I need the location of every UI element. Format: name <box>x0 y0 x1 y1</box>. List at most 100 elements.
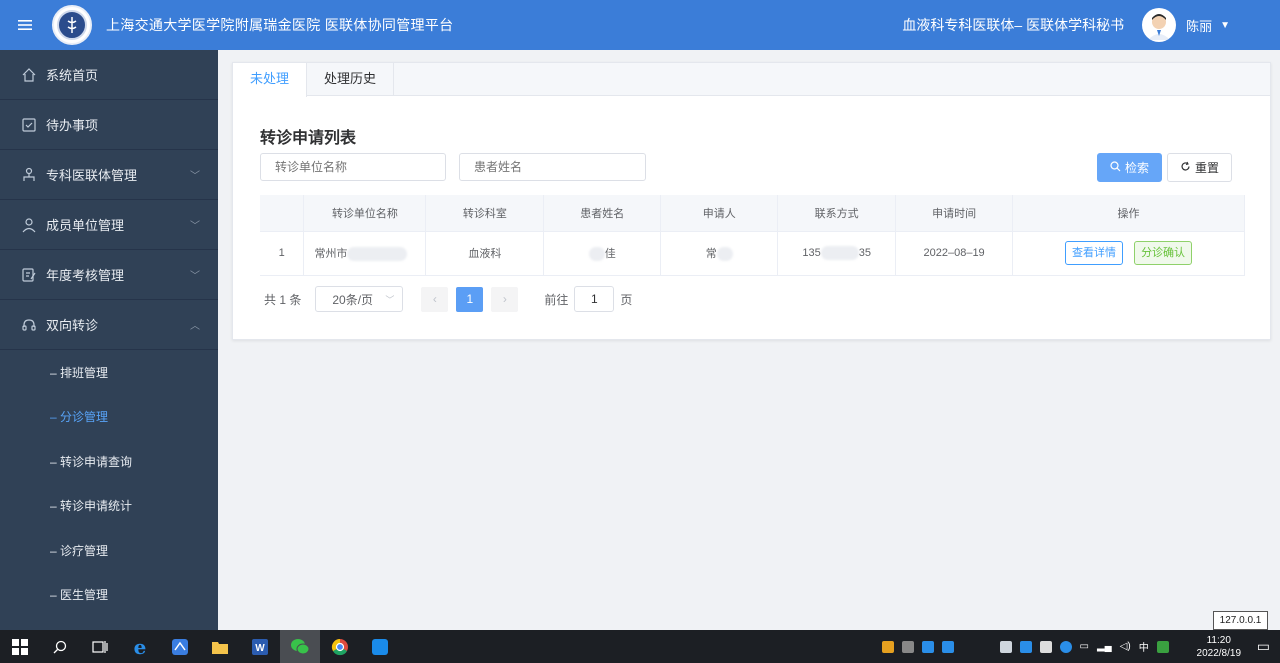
sidebar-item-label: 双向转诊 <box>46 318 99 333</box>
chevron-right-icon: › <box>502 292 507 306</box>
reset-button-label: 重置 <box>1194 161 1219 175</box>
bluetooth-icon[interactable] <box>1059 640 1072 653</box>
search-icon[interactable] <box>40 630 80 663</box>
patient-name-input[interactable] <box>459 153 646 181</box>
clock[interactable]: 11:20 2022/8/19 <box>1189 634 1249 660</box>
task-view-icon[interactable] <box>80 630 120 663</box>
battery-icon[interactable]: ▭ <box>1080 641 1089 652</box>
chevron-down-icon: ﹀ <box>190 271 200 282</box>
sidebar-item-specialty[interactable]: 专科医联体管理 ﹀ <box>0 150 218 200</box>
sidebar-subitem-schedule[interactable]: – 排班管理 <box>0 350 218 395</box>
search-button-label: 检索 <box>1124 161 1149 175</box>
tab-unprocessed[interactable]: 未处理 <box>233 63 308 97</box>
avatar[interactable] <box>1142 8 1177 42</box>
next-page-button[interactable]: › <box>491 286 519 312</box>
hospital-logo <box>52 5 92 45</box>
goto-page-input[interactable]: 1 <box>574 286 615 312</box>
triage-confirm-button[interactable]: 分诊确认 <box>1134 241 1193 265</box>
table-header-row: 转诊单位名称 转诊科室 患者姓名 申请人 联系方式 申请时间 操作 <box>260 195 1245 232</box>
sidebar-item-annual-review[interactable]: 年度考核管理 ﹀ <box>0 250 218 300</box>
user-name[interactable]: 陈丽 <box>1186 16 1212 35</box>
windows-start-icon[interactable] <box>0 630 40 663</box>
sidebar-subitem-triage[interactable]: – 分诊管理 <box>0 395 218 440</box>
checklist-icon <box>20 116 38 134</box>
network-icon[interactable]: ▂▄ <box>1097 641 1112 652</box>
page-number-button[interactable]: 1 <box>456 286 484 312</box>
app-tray-icon[interactable] <box>1156 640 1169 653</box>
column-header: 转诊科室 <box>425 195 545 232</box>
wechat-icon[interactable] <box>280 630 320 663</box>
column-header: 联系方式 <box>777 195 897 232</box>
sidebar-item-todo[interactable]: 待办事项 <box>0 100 218 150</box>
app-tray-icon[interactable] <box>1019 640 1032 653</box>
app-tray-icon[interactable] <box>941 640 954 653</box>
svg-text:W: W <box>255 643 265 654</box>
ime-icon[interactable]: 中 <box>1139 639 1149 654</box>
sidebar-item-referral[interactable]: 双向转诊 ︿ <box>0 300 218 350</box>
user-icon <box>20 216 38 234</box>
reset-button[interactable]: 重置 <box>1167 153 1232 182</box>
sidebar-item-label: 专科医联体管理 <box>46 168 138 183</box>
cell-applicant: 常 <box>660 231 779 276</box>
column-header: 申请人 <box>660 195 779 232</box>
app-tray-icon[interactable] <box>921 640 934 653</box>
page-size-select[interactable]: 20条/页 ﹀ <box>315 286 404 312</box>
sidebar-item-home[interactable]: 系统首页 <box>0 50 218 100</box>
unit-name-input[interactable] <box>260 153 446 181</box>
home-icon <box>20 66 38 84</box>
app-tray-icon[interactable] <box>999 640 1012 653</box>
menu-toggle-icon[interactable] <box>0 0 50 50</box>
file-explorer-icon[interactable] <box>200 630 240 663</box>
redaction-blur <box>347 247 408 262</box>
windows-taskbar: e W ▭ ▂▄ ◁) 中 11:20 2022/8/19 ▭ <box>0 630 1280 663</box>
edit-doc-icon <box>20 266 38 284</box>
ie-browser-icon[interactable]: e <box>120 630 160 663</box>
chevron-down-icon: ﹀ <box>190 171 200 182</box>
sidebar-item-label: 待办事项 <box>46 118 99 133</box>
sidebar-subitem-treatment[interactable]: – 诊疗管理 <box>0 528 218 573</box>
app-blue-icon[interactable] <box>360 630 400 663</box>
redaction-blur <box>820 246 859 260</box>
table-row[interactable]: 1 常州市 血液科 佳 常 135 35 2022–08–19 查看详情 分诊确认 <box>260 231 1245 276</box>
volume-icon[interactable]: ◁) <box>1120 641 1131 652</box>
chrome-icon[interactable] <box>320 630 360 663</box>
sidebar: 系统首页 待办事项 专科医联体管理 ﹀ 成员单位管理 ﹀ 年度考核管理 ﹀ 双向… <box>0 50 218 630</box>
tab-history[interactable]: 处理历史 <box>307 63 395 95</box>
column-header: 转诊单位名称 <box>303 195 427 232</box>
org-title: 血液科专科医联体– 医联体学科秘书 <box>902 17 1125 33</box>
caret-down-icon[interactable]: ▼ <box>1220 20 1230 31</box>
shield-icon[interactable] <box>881 640 894 653</box>
app-title: 上海交通大学医学院附属瑞金医院 医联体协同管理平台 <box>106 17 454 33</box>
page-size-value: 20条/页 <box>332 292 374 307</box>
page-title: 转诊申请列表 <box>260 130 357 147</box>
column-header: 申请时间 <box>895 195 1014 232</box>
word-icon[interactable]: W <box>240 630 280 663</box>
cell-patient: 佳 <box>543 231 662 276</box>
clock-date: 2022/8/19 <box>1196 647 1242 659</box>
goto-suffix: 页 <box>620 292 633 307</box>
view-detail-button[interactable]: 查看详情 <box>1065 241 1123 265</box>
redaction-blur <box>588 247 605 262</box>
total-count: 共 1 条 <box>264 292 302 307</box>
clock-time: 11:20 <box>1206 634 1231 646</box>
cell-phone: 135 35 <box>777 231 897 276</box>
cell-date: 2022–08–19 <box>895 231 1014 276</box>
sidebar-subitem-doctors[interactable]: – 医生管理 <box>0 573 218 618</box>
sidebar-subitem-referral-stats[interactable]: – 转诊申请统计 <box>0 484 218 529</box>
chevron-left-icon: ‹ <box>432 292 437 306</box>
chevron-down-icon: ﹀ <box>190 221 200 232</box>
app-tray-icon[interactable] <box>1039 640 1052 653</box>
main-panel: 未处理 处理历史 转诊申请列表 检索 重置 转诊单位名称 转诊科室 患者姓名 申… <box>232 62 1271 340</box>
sidebar-item-label: 年度考核管理 <box>46 268 125 283</box>
sidebar-item-members[interactable]: 成员单位管理 ﹀ <box>0 200 218 250</box>
refresh-icon <box>1180 161 1191 175</box>
app-bird-icon[interactable] <box>160 630 200 663</box>
headset-icon <box>20 316 38 334</box>
pagination: 共 1 条 20条/页 ﹀ ‹ 1 › 前往 1 页 <box>264 286 632 312</box>
search-button[interactable]: 检索 <box>1097 153 1162 182</box>
cell-unit: 常州市 <box>303 231 427 276</box>
prev-page-button[interactable]: ‹ <box>421 286 449 312</box>
app-tray-icon[interactable] <box>901 640 914 653</box>
notification-icon[interactable]: ▭ <box>1257 638 1270 655</box>
sidebar-subitem-referral-query[interactable]: – 转诊申请查询 <box>0 439 218 484</box>
